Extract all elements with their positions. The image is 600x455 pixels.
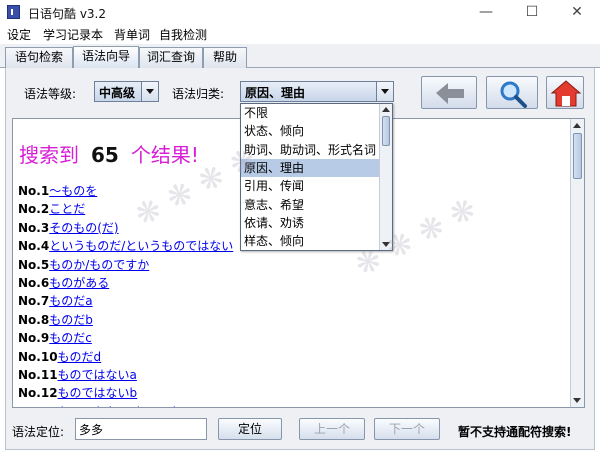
category-dropdown-list[interactable]: 不限 状态、倾向 助词、助动词、形式名词 原因、理由 引用、传闻 意志、希望 依请、劝诱 样态… bbox=[240, 103, 393, 251]
category-select-value: 原因、理由 bbox=[245, 86, 306, 100]
result-entry: No.7ものだa bbox=[18, 292, 93, 310]
entry-grammar-link[interactable]: ものではないa bbox=[58, 368, 137, 382]
entry-number: No.3 bbox=[18, 220, 50, 235]
prev-button[interactable]: 上一个 bbox=[299, 418, 365, 440]
entry-grammar-link[interactable]: ものでもない/ものでも bbox=[58, 405, 182, 407]
wildcard-notice: 暂不支持通配符搜索! bbox=[458, 425, 572, 439]
entry-number: No.9 bbox=[18, 331, 50, 346]
result-entry: No.9ものだc bbox=[18, 329, 92, 347]
entry-grammar-link[interactable]: ものだc bbox=[49, 331, 92, 345]
entry-number: No.6 bbox=[18, 276, 50, 290]
entry-grammar-link[interactable]: ものだd bbox=[58, 350, 102, 364]
result-entry: No.3そのもの(だ) bbox=[18, 219, 119, 237]
scroll-thumb[interactable] bbox=[382, 116, 390, 146]
entry-number: No.4 bbox=[18, 239, 50, 254]
level-label: 语法等级: bbox=[24, 87, 77, 101]
tab-grammar-guide[interactable]: 语法向导 bbox=[73, 46, 139, 69]
entry-number: No.8 bbox=[18, 312, 50, 327]
result-entry: No.11ものではないa bbox=[18, 366, 137, 384]
entry-number: No.10 bbox=[18, 349, 58, 364]
results-scrollbar[interactable] bbox=[570, 119, 584, 407]
dropdown-option[interactable]: 不限 bbox=[241, 104, 380, 122]
entry-grammar-link[interactable]: ～ものを bbox=[49, 184, 97, 198]
window-title: 日语句酷 v3.2 bbox=[28, 7, 107, 21]
chevron-down-icon[interactable] bbox=[376, 82, 393, 101]
locate-input[interactable] bbox=[75, 418, 207, 440]
next-button[interactable]: 下一个 bbox=[374, 418, 440, 440]
maximize-button[interactable]: ☐ bbox=[509, 0, 555, 24]
tab-help[interactable]: 帮助 bbox=[203, 47, 247, 68]
minimize-button[interactable]: — bbox=[463, 0, 509, 24]
entry-number: No.5 bbox=[18, 257, 50, 272]
level-select-value: 中高级 bbox=[99, 86, 136, 100]
entry-grammar-link[interactable]: ものだa bbox=[49, 294, 92, 308]
result-suffix: 个结果! bbox=[130, 143, 199, 167]
close-button[interactable]: ✕ bbox=[554, 0, 600, 24]
search-button[interactable] bbox=[486, 76, 538, 109]
scroll-down-arrow[interactable] bbox=[573, 398, 581, 403]
result-entry: No.8ものだb bbox=[18, 311, 93, 329]
menu-settings[interactable]: 设定 bbox=[7, 26, 31, 43]
entry-grammar-link[interactable]: ことだ bbox=[49, 202, 85, 216]
dropdown-option[interactable]: 引用、传闻 bbox=[241, 177, 380, 195]
dropdown-scrollbar[interactable] bbox=[379, 104, 392, 250]
dropdown-option[interactable]: 依请、劝诱 bbox=[241, 214, 380, 232]
result-entry: No.6ものがある bbox=[18, 274, 109, 292]
result-count: 65 bbox=[91, 143, 119, 167]
result-entry: No.13ものでもない/ものでも bbox=[18, 403, 182, 407]
scroll-thumb[interactable] bbox=[573, 133, 582, 179]
entry-number: No.13 bbox=[18, 405, 58, 407]
dropdown-option[interactable]: 助词、助动词、形式名词 bbox=[241, 141, 380, 159]
menu-study-notebook[interactable]: 学习记录本 bbox=[43, 26, 103, 43]
scroll-down-arrow[interactable] bbox=[382, 242, 390, 247]
entry-grammar-link[interactable]: ものだb bbox=[49, 313, 93, 327]
entry-number: No.12 bbox=[18, 386, 58, 401]
back-arrow-icon bbox=[436, 83, 464, 104]
magnifier-icon bbox=[500, 81, 527, 108]
app-icon bbox=[7, 5, 20, 19]
result-entry: No.10ものだd bbox=[18, 348, 101, 366]
menu-self-test[interactable]: 自我检测 bbox=[159, 26, 207, 43]
home-icon bbox=[550, 80, 582, 107]
result-prefix: 搜索到 bbox=[19, 143, 79, 167]
dropdown-option[interactable]: 样态、倾向 bbox=[241, 232, 380, 250]
menu-vocabulary[interactable]: 背单词 bbox=[114, 26, 150, 43]
result-entry: No.1～ものを bbox=[18, 182, 97, 200]
entry-grammar-link[interactable]: ものか/ものですか bbox=[49, 258, 149, 272]
result-entry: No.12ものではないb bbox=[18, 384, 137, 402]
entry-grammar-link[interactable]: ものがある bbox=[49, 276, 109, 290]
result-entry: No.5ものか/ものですか bbox=[18, 256, 149, 274]
back-button[interactable] bbox=[421, 76, 477, 109]
entry-grammar-link[interactable]: ものではないb bbox=[58, 386, 138, 400]
title-bar: 日语句酷 v3.2 — ☐ ✕ bbox=[0, 0, 600, 24]
result-headline: 搜索到 65 个结果! bbox=[19, 139, 199, 168]
entry-number: No.7 bbox=[18, 294, 50, 309]
entry-number: No.1 bbox=[18, 184, 50, 198]
entry-number: No.11 bbox=[18, 368, 58, 382]
level-select[interactable]: 中高级 bbox=[94, 81, 159, 102]
entry-grammar-link[interactable]: そのもの(だ) bbox=[49, 221, 118, 235]
tab-strip: 语句检索 语法向导 词汇查询 帮助 bbox=[0, 44, 600, 69]
result-entry: No.4というものだ/というものではない bbox=[18, 237, 233, 255]
dropdown-option[interactable]: 意志、希望 bbox=[241, 196, 380, 214]
chevron-down-icon[interactable] bbox=[141, 82, 158, 101]
entry-number: No.2 bbox=[18, 202, 50, 217]
menu-bar: 设定 学习记录本 背单词 自我检测 bbox=[0, 24, 600, 44]
locate-button[interactable]: 定位 bbox=[218, 418, 282, 440]
dropdown-option[interactable]: 原因、理由 bbox=[241, 158, 380, 177]
home-button[interactable] bbox=[546, 76, 584, 109]
scroll-up-arrow[interactable] bbox=[382, 107, 390, 112]
locate-label: 语法定位: bbox=[12, 425, 65, 439]
result-entry: No.2ことだ bbox=[18, 200, 85, 218]
scroll-up-arrow[interactable] bbox=[573, 123, 581, 128]
dropdown-option[interactable]: 状态、倾向 bbox=[241, 122, 380, 140]
category-label: 语法归类: bbox=[172, 87, 225, 101]
tab-vocabulary-lookup[interactable]: 词汇查询 bbox=[139, 47, 203, 68]
entry-grammar-link[interactable]: というものだ/というものではない bbox=[49, 239, 233, 253]
category-select[interactable]: 原因、理由 bbox=[240, 81, 394, 102]
tab-sentence-search[interactable]: 语句检索 bbox=[5, 47, 73, 68]
